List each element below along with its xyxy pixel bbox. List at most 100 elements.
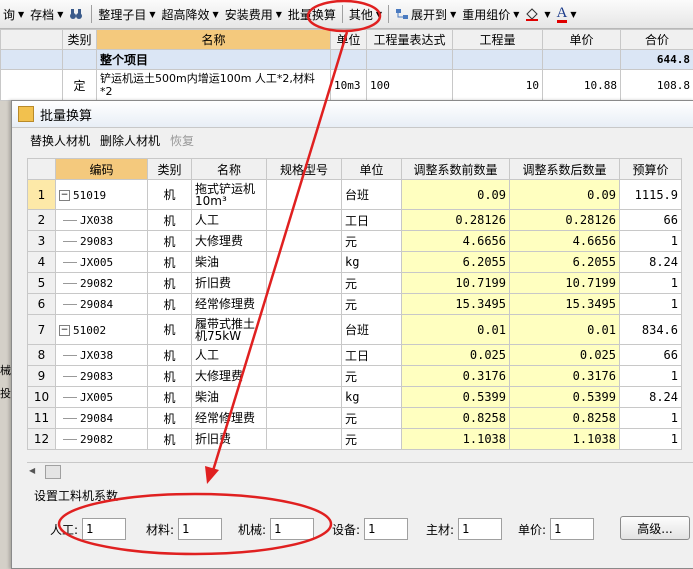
cell-unit[interactable]: 台班	[342, 315, 402, 345]
table-row[interactable]: 4JX005机柴油kg6.20556.20558.24	[28, 252, 682, 273]
table-row[interactable]: 定 铲运机运土500m内增运100m 人工*2,材料*2 10m3 100 10…	[1, 70, 693, 101]
column-header-after-qty[interactable]: 调整系数后数量	[510, 159, 620, 180]
row-number[interactable]: 6	[28, 294, 56, 315]
cell-unit[interactable]: kg	[342, 387, 402, 408]
cell-unit[interactable]: 元	[342, 231, 402, 252]
cell-budget-price[interactable]: 834.6	[620, 315, 682, 345]
cell-project-total[interactable]: 644.8	[621, 50, 693, 70]
collapse-icon[interactable]: −	[59, 190, 70, 201]
scrollbar-thumb[interactable]	[45, 465, 61, 479]
cell-type[interactable]: 定	[63, 70, 97, 101]
table-row[interactable]: 2JX038机人工工日0.281260.2812666	[28, 210, 682, 231]
cell-name[interactable]: 人工	[192, 345, 267, 366]
cell-before-qty[interactable]: 0.3176	[402, 366, 510, 387]
cell-expression[interactable]: 100	[367, 70, 453, 101]
cell[interactable]	[1, 70, 63, 101]
cell-after-qty[interactable]: 4.6656	[510, 231, 620, 252]
cell-before-qty[interactable]: 0.28126	[402, 210, 510, 231]
cell-name[interactable]: 经常修理费	[192, 408, 267, 429]
cell-type[interactable]: 机	[148, 387, 192, 408]
cell-unit[interactable]: 元	[342, 408, 402, 429]
cell-spec[interactable]	[267, 231, 342, 252]
cell-type[interactable]: 机	[148, 180, 192, 210]
cell-before-qty[interactable]: 0.025	[402, 345, 510, 366]
cell-spec[interactable]	[267, 294, 342, 315]
table-row[interactable]: 整个项目 644.8	[1, 50, 693, 70]
cell-after-qty[interactable]: 6.2055	[510, 252, 620, 273]
cell-project-name[interactable]: 整个项目	[97, 50, 331, 70]
cell-name[interactable]: 履带式推土机75kW	[192, 315, 267, 345]
table-row[interactable]: 1−51019机拖式铲运机10m³台班0.090.091115.9	[28, 180, 682, 210]
cell-code[interactable]: JX038	[56, 345, 148, 366]
cell-spec[interactable]	[267, 210, 342, 231]
cell-code[interactable]: 29082	[56, 429, 148, 450]
cell-after-qty[interactable]: 0.09	[510, 180, 620, 210]
cell-before-qty[interactable]: 10.7199	[402, 273, 510, 294]
column-header-price[interactable]: 单价	[543, 30, 621, 50]
table-row[interactable]: 8JX038机人工工日0.0250.02566	[28, 345, 682, 366]
material-coefficient-input[interactable]	[178, 518, 222, 540]
cell-budget-price[interactable]: 1	[620, 273, 682, 294]
cell-unit[interactable]: 元	[342, 429, 402, 450]
cell-budget-price[interactable]: 1	[620, 231, 682, 252]
row-number[interactable]: 1	[28, 180, 56, 210]
cell-budget-price[interactable]: 1115.9	[620, 180, 682, 210]
cell-before-qty[interactable]: 6.2055	[402, 252, 510, 273]
cell-type[interactable]: 机	[148, 315, 192, 345]
collapse-icon[interactable]: −	[59, 325, 70, 336]
cell-before-qty[interactable]: 0.8258	[402, 408, 510, 429]
cell[interactable]	[1, 50, 63, 70]
cell-spec[interactable]	[267, 252, 342, 273]
column-header-expression[interactable]: 工程量表达式	[367, 30, 453, 50]
cell-name[interactable]: 柴油	[192, 252, 267, 273]
cell-name[interactable]: 大修理费	[192, 366, 267, 387]
cell-price[interactable]: 10.88	[543, 70, 621, 101]
cell-budget-price[interactable]: 1	[620, 408, 682, 429]
cell-unit[interactable]: 元	[342, 294, 402, 315]
column-header-spec[interactable]: 规格型号	[267, 159, 342, 180]
cell-before-qty[interactable]: 0.5399	[402, 387, 510, 408]
cell-type[interactable]: 机	[148, 294, 192, 315]
toolbar-expand-to-menu[interactable]: 展开到▼	[392, 0, 459, 28]
cell-unit[interactable]: 工日	[342, 210, 402, 231]
cell-code[interactable]: −51002	[56, 315, 148, 345]
toolbar-batch-convert-button[interactable]: 批量换算	[285, 0, 339, 28]
toolbar-font-color-menu[interactable]: A ▼	[554, 0, 580, 28]
cell-type[interactable]: 机	[148, 429, 192, 450]
cell[interactable]	[367, 50, 453, 70]
cell-code[interactable]: −51019	[56, 180, 148, 210]
cell-type[interactable]: 机	[148, 345, 192, 366]
cell-after-qty[interactable]: 0.025	[510, 345, 620, 366]
cell-before-qty[interactable]: 0.01	[402, 315, 510, 345]
row-number[interactable]: 5	[28, 273, 56, 294]
cell[interactable]	[543, 50, 621, 70]
cell-spec[interactable]	[267, 387, 342, 408]
replace-material-button[interactable]: 替换人材机	[30, 132, 90, 149]
cell-before-qty[interactable]: 1.1038	[402, 429, 510, 450]
scroll-left-icon[interactable]: ◀	[29, 466, 35, 475]
cell-spec[interactable]	[267, 345, 342, 366]
cell[interactable]	[63, 50, 97, 70]
table-row[interactable]: 1129084机经常修理费元0.82580.82581	[28, 408, 682, 429]
cell-code[interactable]: 29082	[56, 273, 148, 294]
cell-after-qty[interactable]: 1.1038	[510, 429, 620, 450]
cell-spec[interactable]	[267, 429, 342, 450]
cell-unit[interactable]: 台班	[342, 180, 402, 210]
cell-spec[interactable]	[267, 366, 342, 387]
toolbar-fill-color-menu[interactable]: ▼	[522, 0, 553, 28]
column-header-name[interactable]: 名称	[97, 30, 331, 50]
toolbar-find-button[interactable]	[66, 0, 88, 28]
cell-after-qty[interactable]: 0.28126	[510, 210, 620, 231]
advanced-button[interactable]: 高级...	[620, 516, 690, 540]
cell-budget-price[interactable]: 8.24	[620, 387, 682, 408]
column-header-quantity[interactable]: 工程量	[453, 30, 543, 50]
table-row[interactable]: 7−51002机履带式推土机75kW台班0.010.01834.6	[28, 315, 682, 345]
cell-unit[interactable]: kg	[342, 252, 402, 273]
cell-unit[interactable]: 元	[342, 366, 402, 387]
cell-unit[interactable]: 工日	[342, 345, 402, 366]
column-header-total[interactable]: 合价	[621, 30, 693, 50]
column-header-before-qty[interactable]: 调整系数前数量	[402, 159, 510, 180]
column-header-unit[interactable]: 单位	[331, 30, 367, 50]
horizontal-scrollbar[interactable]: ◀	[27, 462, 693, 480]
cell-code[interactable]: 29083	[56, 366, 148, 387]
